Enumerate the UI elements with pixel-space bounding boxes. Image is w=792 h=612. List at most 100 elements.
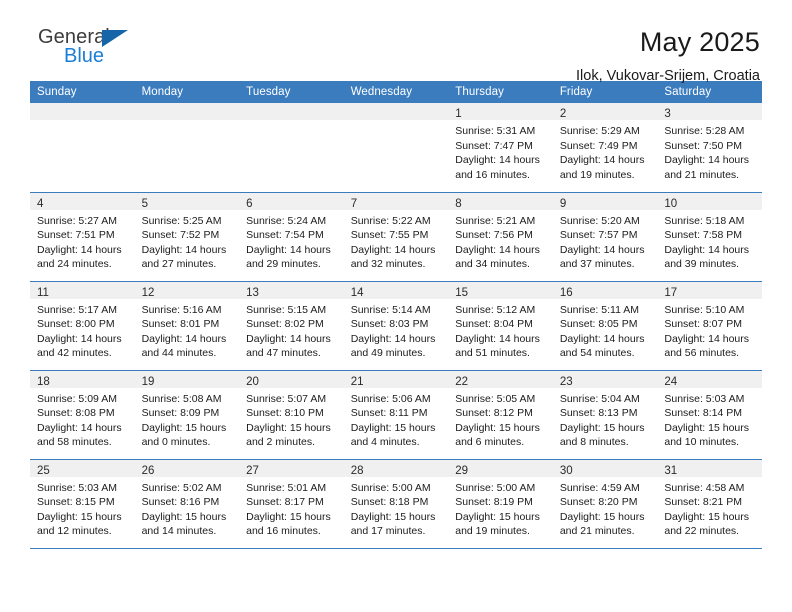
- calendar-day-cell[interactable]: 9 Sunrise: 5:20 AM Sunset: 7:57 PM Daylight…: [552, 192, 658, 282]
- day-details: Sunrise: 5:21 AM Sunset: 7:56 PM Daylight:…: [448, 210, 553, 272]
- calendar-day-cell[interactable]: 29 Sunrise: 5:00 AM Sunset: 8:19 PM Dayligh…: [448, 459, 553, 549]
- daylight-duration-line1: Daylight: 14 hours: [455, 332, 540, 345]
- day-number-bar: 30: [552, 459, 658, 477]
- daylight-duration-line2: and 2 minutes.: [246, 436, 316, 449]
- sunset-time: Sunset: 8:04 PM: [455, 318, 533, 331]
- sunset-time: Sunset: 8:12 PM: [455, 407, 533, 420]
- calendar-day-cell[interactable]: 31 Sunrise: 4:58 AM Sunset: 8:21 PM Dayligh…: [657, 459, 762, 549]
- daylight-duration-line2: and 10 minutes.: [664, 436, 740, 449]
- sunset-time: Sunset: 7:49 PM: [559, 139, 638, 152]
- sunrise-time: Sunrise: 5:25 AM: [141, 214, 222, 227]
- day-number-bar: 6: [239, 192, 344, 210]
- calendar-day-cell[interactable]: 16 Sunrise: 5:11 AM Sunset: 8:05 PM Dayligh…: [552, 281, 658, 371]
- calendar-day-cell[interactable]: 10 Sunrise: 5:18 AM Sunset: 7:58 PM Dayligh…: [657, 192, 762, 282]
- calendar-day-cell[interactable]: 4 Sunrise: 5:27 AM Sunset: 7:51 PM Daylight…: [30, 192, 135, 282]
- daylight-duration-line2: and 47 minutes.: [246, 347, 321, 360]
- sunrise-time: Sunrise: 5:00 AM: [350, 481, 431, 494]
- sunset-time: Sunset: 8:16 PM: [141, 496, 220, 509]
- day-number-bar: 27: [239, 459, 344, 477]
- calendar-day-cell[interactable]: 22 Sunrise: 5:05 AM Sunset: 8:12 PM Dayligh…: [448, 370, 553, 460]
- calendar-day-cell[interactable]: 21 Sunrise: 5:06 AM Sunset: 8:11 PM Dayligh…: [343, 370, 449, 460]
- calendar-day-cell[interactable]: 6 Sunrise: 5:24 AM Sunset: 7:54 PM Daylight…: [239, 192, 344, 282]
- day-number-bar: 1: [448, 103, 553, 120]
- calendar-day-cell[interactable]: 27 Sunrise: 5:01 AM Sunset: 8:17 PM Dayligh…: [239, 459, 344, 549]
- day-details: Sunrise: 5:20 AM Sunset: 7:57 PM Daylight:…: [553, 210, 658, 272]
- calendar-day-cell[interactable]: 24 Sunrise: 5:03 AM Sunset: 8:14 PM Dayligh…: [657, 370, 762, 460]
- calendar-week-row: 18 Sunrise: 5:09 AM Sunset: 8:08 PM Dayligh…: [30, 370, 762, 460]
- location-subtitle: Ilok, Vukovar-Srijem, Croatia: [576, 68, 760, 84]
- day-number: 6: [246, 197, 253, 210]
- calendar-day-cell[interactable]: 23 Sunrise: 5:04 AM Sunset: 8:13 PM Dayligh…: [552, 370, 658, 460]
- day-details: Sunrise: 5:12 AM Sunset: 8:04 PM Daylight:…: [448, 299, 553, 361]
- day-details: Sunrise: 5:17 AM Sunset: 8:00 PM Daylight:…: [30, 299, 135, 361]
- calendar-day-cell[interactable]: 15 Sunrise: 5:12 AM Sunset: 8:04 PM Dayligh…: [448, 281, 553, 371]
- sunrise-time: Sunrise: 5:28 AM: [664, 125, 745, 137]
- calendar-day-cell[interactable]: 3 Sunrise: 5:28 AM Sunset: 7:50 PM Daylight…: [657, 103, 762, 193]
- day-details: Sunrise: 5:14 AM Sunset: 8:03 PM Daylight:…: [344, 299, 449, 361]
- calendar-day-cell[interactable]: 17 Sunrise: 5:10 AM Sunset: 8:07 PM Dayligh…: [657, 281, 762, 371]
- daylight-duration-line1: Daylight: 14 hours: [37, 243, 122, 256]
- day-details: Sunrise: 4:58 AM Sunset: 8:21 PM Daylight:…: [657, 477, 762, 539]
- daylight-duration-line2: and 21 minutes.: [664, 168, 740, 181]
- day-number: 12: [141, 286, 155, 299]
- sunset-time: Sunset: 8:02 PM: [246, 318, 324, 331]
- daylight-duration-line2: and 58 minutes.: [37, 436, 112, 449]
- sunset-time: Sunset: 7:57 PM: [559, 229, 638, 242]
- daylight-duration-line2: and 19 minutes.: [455, 525, 530, 538]
- daylight-duration-line1: Daylight: 14 hours: [37, 421, 122, 434]
- daylight-duration-line2: and 49 minutes.: [350, 347, 426, 360]
- calendar-day-cell[interactable]: 20 Sunrise: 5:07 AM Sunset: 8:10 PM Dayligh…: [239, 370, 344, 460]
- day-number: 31: [664, 464, 678, 477]
- calendar-day-cell[interactable]: 12 Sunrise: 5:16 AM Sunset: 8:01 PM Dayligh…: [134, 281, 240, 371]
- calendar-day-cell[interactable]: 25 Sunrise: 5:03 AM Sunset: 8:15 PM Dayligh…: [30, 459, 135, 549]
- day-number-bar: 7: [343, 192, 449, 210]
- sunset-time: Sunset: 8:17 PM: [246, 496, 324, 509]
- day-number: 21: [350, 375, 364, 388]
- calendar-day-cell[interactable]: 19 Sunrise: 5:08 AM Sunset: 8:09 PM Dayligh…: [134, 370, 240, 460]
- calendar-day-cell[interactable]: 1 Sunrise: 5:31 AM Sunset: 7:47 PM Daylight…: [448, 103, 553, 193]
- day-details: Sunrise: 5:00 AM Sunset: 8:19 PM Daylight:…: [448, 477, 553, 539]
- brand-logo[interactable]: General Blue: [30, 26, 158, 66]
- calendar-day-cell[interactable]: 11 Sunrise: 5:17 AM Sunset: 8:00 PM Dayligh…: [30, 281, 135, 371]
- sunset-time: Sunset: 8:07 PM: [664, 318, 743, 331]
- sunrise-time: Sunrise: 5:11 AM: [559, 303, 639, 316]
- daylight-duration-line2: and 54 minutes.: [559, 347, 635, 360]
- calendar-day-cell[interactable]: 5 Sunrise: 5:25 AM Sunset: 7:52 PM Daylight…: [134, 192, 240, 282]
- day-number: 17: [664, 286, 678, 299]
- day-details: Sunrise: 5:15 AM Sunset: 8:02 PM Daylight:…: [239, 299, 344, 361]
- daylight-duration-line1: Daylight: 14 hours: [559, 154, 645, 167]
- calendar-day-cell[interactable]: 18 Sunrise: 5:09 AM Sunset: 8:08 PM Dayligh…: [30, 370, 135, 460]
- day-number: 8: [455, 197, 462, 210]
- day-number-bar: 5: [134, 192, 240, 210]
- calendar-day-cell[interactable]: 2 Sunrise: 5:29 AM Sunset: 7:49 PM Daylight…: [552, 103, 658, 193]
- day-number: 23: [559, 375, 573, 388]
- daylight-duration-line1: Daylight: 14 hours: [246, 332, 331, 345]
- day-details: Sunrise: 5:28 AM Sunset: 7:50 PM Daylight:…: [657, 120, 762, 182]
- calendar-day-cell[interactable]: 7 Sunrise: 5:22 AM Sunset: 7:55 PM Daylight…: [343, 192, 449, 282]
- daylight-duration-line2: and 0 minutes.: [141, 436, 211, 449]
- calendar-day-cell[interactable]: 26 Sunrise: 5:02 AM Sunset: 8:16 PM Dayligh…: [134, 459, 240, 549]
- day-number-bar: 20: [239, 370, 344, 388]
- sunset-time: Sunset: 8:19 PM: [455, 496, 533, 509]
- calendar-day-cell[interactable]: 30 Sunrise: 4:59 AM Sunset: 8:20 PM Dayligh…: [552, 459, 658, 549]
- daylight-duration-line1: Daylight: 14 hours: [37, 332, 122, 345]
- daylight-duration-line1: Daylight: 15 hours: [350, 421, 436, 434]
- calendar-day-cell[interactable]: 13 Sunrise: 5:15 AM Sunset: 8:02 PM Dayligh…: [239, 281, 344, 371]
- daylight-duration-line2: and 32 minutes.: [350, 258, 426, 271]
- daylight-duration-line1: Daylight: 15 hours: [664, 510, 750, 523]
- sunrise-time: Sunrise: 5:20 AM: [559, 214, 640, 227]
- sunset-time: Sunset: 8:13 PM: [559, 407, 638, 420]
- day-number-bar: 16: [552, 281, 658, 299]
- calendar-day-cell[interactable]: 28 Sunrise: 5:00 AM Sunset: 8:18 PM Dayligh…: [343, 459, 449, 549]
- day-number-bar: 18: [30, 370, 135, 388]
- daylight-duration-line2: and 44 minutes.: [141, 347, 217, 360]
- day-details: [135, 120, 240, 124]
- sunset-time: Sunset: 7:52 PM: [141, 229, 220, 242]
- calendar-day-cell[interactable]: 14 Sunrise: 5:14 AM Sunset: 8:03 PM Dayligh…: [343, 281, 449, 371]
- day-details: Sunrise: 5:03 AM Sunset: 8:14 PM Daylight:…: [657, 388, 762, 450]
- calendar-day-cell[interactable]: 8 Sunrise: 5:21 AM Sunset: 7:56 PM Daylight…: [448, 192, 553, 282]
- day-details: Sunrise: 5:09 AM Sunset: 8:08 PM Daylight:…: [30, 388, 135, 450]
- sunrise-time: Sunrise: 5:15 AM: [246, 303, 327, 316]
- day-details: Sunrise: 5:29 AM Sunset: 7:49 PM Daylight:…: [553, 120, 658, 182]
- day-number: 25: [37, 464, 50, 477]
